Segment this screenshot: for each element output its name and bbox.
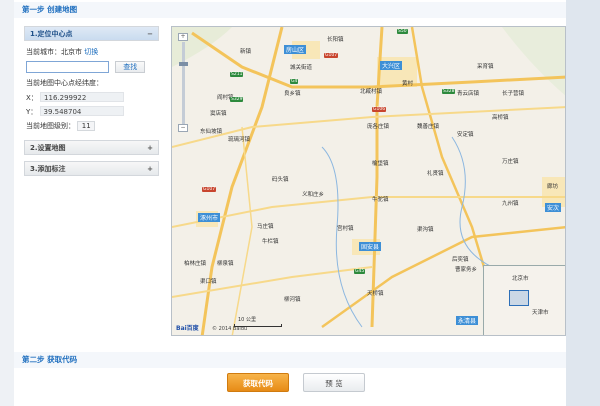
- highway-shield: S328: [442, 89, 456, 94]
- map-label: 牛驼镇: [372, 197, 389, 203]
- map-label: 高桥镇: [492, 115, 509, 121]
- center-coords-label: 当前地图中心点经纬度：: [26, 79, 103, 87]
- map-label: 码头镇: [272, 177, 289, 183]
- map-label: 窦店镇: [210, 111, 227, 117]
- map-label: 渠口镇: [200, 279, 217, 285]
- search-button[interactable]: 查找: [115, 61, 146, 73]
- map-label: 礼贤镇: [427, 171, 444, 177]
- switch-city-link[interactable]: 切换: [84, 48, 98, 56]
- map-city-label: 大兴区: [380, 61, 403, 70]
- map-label: 青云店镇: [457, 91, 480, 97]
- zoom-in-button[interactable]: +: [178, 33, 188, 41]
- map-label: 柏林庄镇: [184, 261, 207, 267]
- map-label: 曹家务乡: [455, 267, 478, 273]
- section-markers-header[interactable]: 3.添加标注 +: [24, 161, 159, 176]
- right-strip: [564, 0, 600, 406]
- current-city-label: 当前城市：北京市: [26, 48, 82, 56]
- map-label: 东仙坡镇: [200, 129, 223, 135]
- map-scale-bar: [234, 324, 282, 327]
- map-city-label: 房山区: [284, 45, 307, 54]
- map-city-label: 永清县: [456, 316, 479, 325]
- map-label: 廊坊: [547, 184, 559, 190]
- map-label: 新镇: [240, 49, 252, 55]
- collapse-icon[interactable]: −: [147, 27, 153, 42]
- map-label: 城关街道: [290, 65, 313, 71]
- page: 第一步 创建地图 1.定位中心点 − 当前城市：北京市 切换 查找 当前地图中心…: [0, 0, 600, 406]
- map-city-label: 涿州市: [198, 213, 221, 222]
- map-label: 柳河镇: [284, 297, 301, 303]
- map-label: 良乡镇: [284, 91, 301, 97]
- section-settings-header[interactable]: 2.设置地图 +: [24, 140, 159, 155]
- zoom-control: + −: [178, 33, 190, 133]
- map-label: 长子营镇: [502, 91, 525, 97]
- zoom-out-button[interactable]: −: [178, 124, 188, 132]
- highway-shield: G4: [290, 79, 299, 84]
- expand-icon[interactable]: +: [147, 162, 153, 177]
- section-locate-title: 1.定位中心点: [30, 30, 73, 38]
- zoom-slider[interactable]: [179, 42, 188, 124]
- section-settings-title: 2.设置地图: [30, 144, 66, 152]
- map-city-label: 安次: [545, 203, 562, 212]
- map-label: 长阳镇: [327, 37, 344, 43]
- section-locate-header[interactable]: 1.定位中心点 −: [24, 26, 159, 41]
- section-markers-title: 3.添加标注: [30, 165, 66, 173]
- x-value: 116.299922: [40, 92, 125, 102]
- get-code-button[interactable]: 获取代码: [227, 373, 289, 392]
- highway-shield: G45: [354, 269, 366, 274]
- map-label: 马庄镇: [257, 224, 274, 230]
- map-label: 采育镇: [477, 64, 494, 70]
- left-panel: 1.定位中心点 − 当前城市：北京市 切换 查找 当前地图中心点经纬度： X： …: [24, 26, 159, 176]
- map-label: 后奕镇: [452, 257, 469, 263]
- expand-icon[interactable]: +: [147, 141, 153, 156]
- map-canvas[interactable]: + − 长阳镇 新镇 房山区 良乡镇 城关街道 阎村镇 窦店镇 琉璃河镇 固安县…: [171, 26, 566, 336]
- map-label: 九州镇: [502, 201, 519, 207]
- zoom-slider-knob[interactable]: [179, 62, 188, 66]
- step2-title: 第二步 获取代码: [14, 352, 566, 368]
- map-label: 柳泉镇: [217, 261, 234, 267]
- minimap-city-label: 北京市: [512, 276, 529, 282]
- map-city-label: 固安县: [359, 242, 382, 251]
- minimap-viewport[interactable]: [509, 290, 529, 306]
- map-label: 北臧村镇: [360, 89, 383, 95]
- highway-shield: S329: [230, 97, 244, 102]
- section-locate-body: 当前城市：北京市 切换 查找 当前地图中心点经纬度： X： 116.299922…: [24, 41, 159, 139]
- y-label: Y：: [26, 108, 38, 116]
- baidu-logo: Bai百度: [176, 325, 199, 332]
- map-label: 琉璃河镇: [228, 137, 251, 143]
- highway-shield: S211: [230, 72, 244, 77]
- search-input[interactable]: [26, 61, 109, 73]
- zoom-level-label: 当前地图级别：: [26, 122, 75, 130]
- highway-shield: G107: [324, 53, 339, 58]
- map-label: 天桥镇: [367, 291, 384, 297]
- map-label: 牛栏镇: [262, 239, 279, 245]
- minimap-city-label: 天津市: [532, 310, 549, 316]
- map-label: 黄村: [402, 81, 414, 87]
- map-label: 万庄镇: [502, 159, 519, 165]
- map-label: 庞各庄镇: [367, 124, 390, 130]
- map-label: 榆垡镇: [372, 161, 389, 167]
- preview-button[interactable]: 预 览: [303, 373, 365, 392]
- map-label: 渠沟镇: [417, 227, 434, 233]
- highway-shield: S50: [397, 29, 408, 34]
- step1-title: 第一步 创建地图: [14, 2, 566, 18]
- y-value: 39.548704: [39, 106, 124, 116]
- map-label: 义和庄乡: [302, 192, 325, 198]
- highway-shield: G106: [372, 107, 387, 112]
- highway-shield: G107: [202, 187, 217, 192]
- map-scale-label: 10 公里: [238, 317, 256, 323]
- content-area: 第一步 创建地图 1.定位中心点 − 当前城市：北京市 切换 查找 当前地图中心…: [14, 0, 566, 406]
- overview-minimap[interactable]: 北京市 天津市: [483, 265, 565, 335]
- map-label: 安定镇: [457, 132, 474, 138]
- x-label: X：: [26, 94, 38, 102]
- map-label: 魏善庄镇: [417, 124, 440, 130]
- zoom-level-value: 11: [77, 121, 96, 131]
- map-label: 宫村镇: [337, 226, 354, 232]
